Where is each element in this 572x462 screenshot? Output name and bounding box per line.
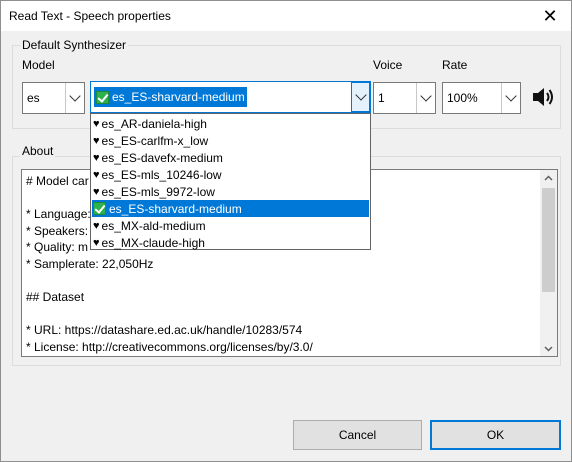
scroll-down-icon[interactable] xyxy=(544,344,553,353)
scrollbar-thumb[interactable] xyxy=(542,188,555,292)
close-icon[interactable]: ✕ xyxy=(535,4,565,28)
vertical-scrollbar[interactable] xyxy=(540,170,557,356)
model-option-label: es_ES-sharvard-medium xyxy=(109,201,242,216)
model-option-label: es_MX-claude-high xyxy=(101,235,205,250)
model-option[interactable]: ♥ es_AR-daniela-high xyxy=(92,115,369,132)
heart-icon: ♥ xyxy=(93,117,100,130)
model-option[interactable]: ♥ es_ES-davefx-medium xyxy=(92,149,369,166)
chevron-down-icon[interactable] xyxy=(351,82,370,112)
heart-icon: ♥ xyxy=(93,219,100,232)
model-option-label: es_ES-carlfm-x_low xyxy=(101,133,209,148)
model-option[interactable]: es_ES-sharvard-medium xyxy=(92,200,369,217)
model-option[interactable]: ♥ es_ES-mls_9972-low xyxy=(92,183,369,200)
model-option-label: es_AR-daniela-high xyxy=(101,116,207,131)
model-label: Model xyxy=(22,58,55,72)
voice-select[interactable]: 1 xyxy=(373,82,436,114)
heart-icon: ♥ xyxy=(93,236,100,249)
title-bar: Read Text - Speech properties ✕ xyxy=(1,1,571,31)
model-option-label: es_ES-mls_9972-low xyxy=(101,184,215,199)
about-label: About xyxy=(20,144,56,158)
heart-icon: ♥ xyxy=(93,134,100,147)
about-text-line: * URL: https://datashare.ed.ac.uk/handle… xyxy=(26,323,303,338)
model-dropdown-list: ♥ es_AR-daniela-high ♥ es_ES-carlfm-x_low ♥ e… xyxy=(90,113,371,250)
model-option-label: es_ES-davefx-medium xyxy=(101,150,223,165)
chevron-down-icon[interactable] xyxy=(501,83,520,113)
rate-select[interactable]: 100% xyxy=(442,82,521,114)
about-text-line: * Quality: m xyxy=(26,240,89,255)
about-text-line: * Language: xyxy=(26,207,91,222)
about-text-line: * License: http://creativecommons.org/li… xyxy=(26,340,313,354)
heart-icon: ♥ xyxy=(93,151,100,164)
check-icon xyxy=(96,90,109,104)
about-text-line: # Model car xyxy=(26,174,89,188)
window-title: Read Text - Speech properties xyxy=(9,9,171,23)
default-synthesizer-label: Default Synthesizer xyxy=(20,38,129,52)
model-option-label: es_ES-mls_10246-low xyxy=(101,167,222,182)
scroll-up-icon[interactable] xyxy=(544,174,553,183)
model-selected-value: es_ES-sharvard-medium xyxy=(94,87,247,107)
cancel-button[interactable]: Cancel xyxy=(293,420,422,450)
voice-value: 1 xyxy=(378,91,385,105)
model-value-label: es_ES-sharvard-medium xyxy=(112,90,245,104)
ok-button[interactable]: OK xyxy=(430,420,561,450)
model-select[interactable]: es_ES-sharvard-medium xyxy=(90,81,371,113)
rate-label: Rate xyxy=(442,58,468,72)
voice-label: Voice xyxy=(373,58,403,72)
rate-value: 100% xyxy=(447,91,478,105)
check-icon xyxy=(93,202,106,215)
speaker-icon[interactable] xyxy=(531,86,555,108)
about-text-line: * Speakers: 2 xyxy=(26,223,99,238)
heart-icon: ♥ xyxy=(93,168,100,181)
model-option[interactable]: ♥ es_MX-ald-medium xyxy=(92,217,369,234)
speech-properties-dialog: Read Text - Speech properties ✕ Default … xyxy=(0,0,572,462)
model-option[interactable]: ♥ es_ES-carlfm-x_low xyxy=(92,132,369,149)
model-option[interactable]: ♥ es_ES-mls_10246-low xyxy=(92,166,369,183)
language-value: es xyxy=(27,91,40,105)
about-text-line: ## Dataset xyxy=(26,290,85,305)
about-text-line: * Samplerate: 22,050Hz xyxy=(26,257,154,271)
chevron-down-icon[interactable] xyxy=(65,83,84,113)
heart-icon: ♥ xyxy=(93,185,100,198)
model-option[interactable]: ♥ es_MX-claude-high xyxy=(92,234,369,251)
model-option-label: es_MX-ald-medium xyxy=(101,218,206,233)
language-select[interactable]: es xyxy=(22,82,85,114)
chevron-down-icon[interactable] xyxy=(416,83,435,113)
